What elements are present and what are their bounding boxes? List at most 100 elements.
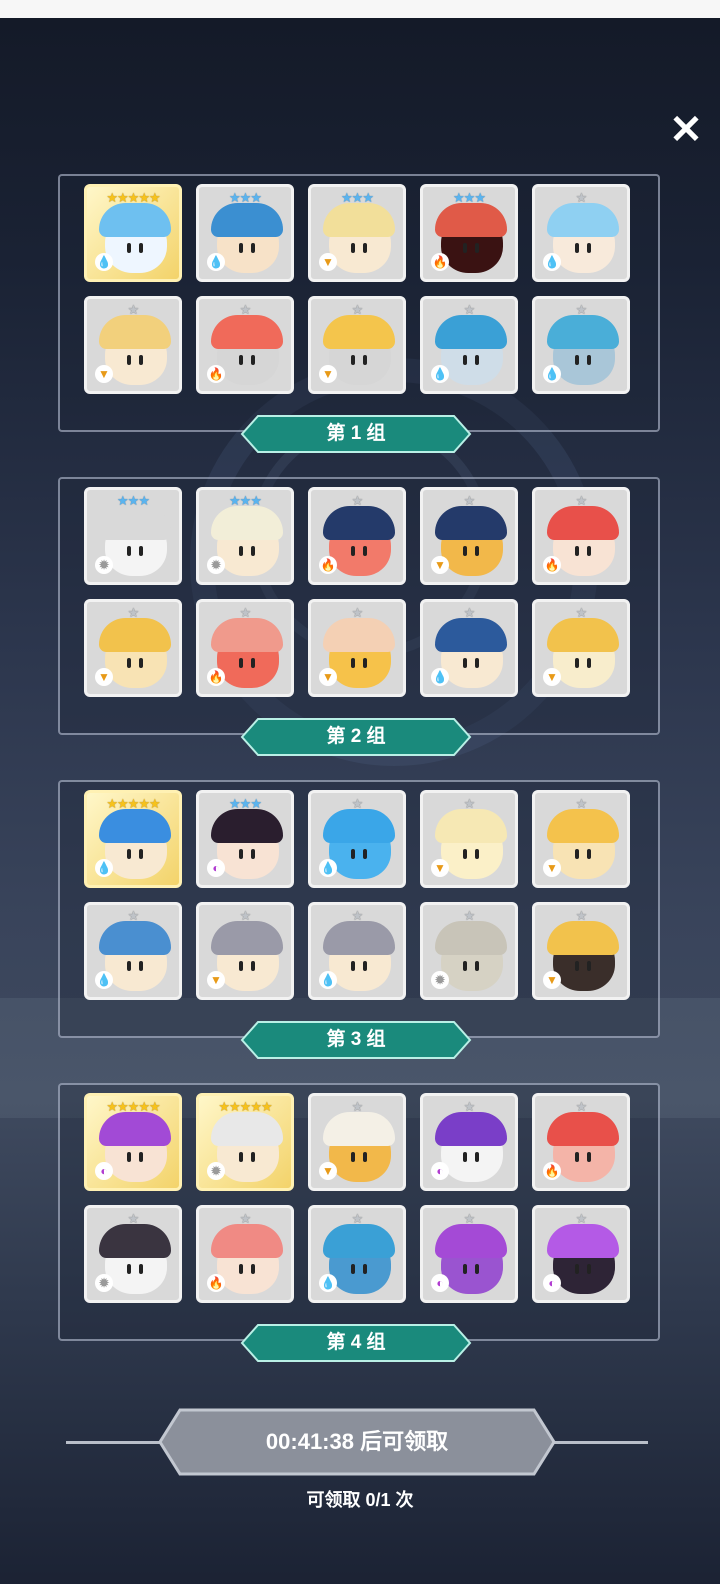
- hero-eyes: [461, 849, 483, 859]
- hero-card[interactable]: ★★★ ✹: [196, 487, 294, 585]
- hero-card[interactable]: ★ 💧: [308, 902, 406, 1000]
- hero-card[interactable]: ★ ✹: [420, 902, 518, 1000]
- hero-card[interactable]: ★ ▼: [84, 296, 182, 394]
- earth-element-icon: ▼: [95, 365, 113, 383]
- claim-count-text: 可领取 0/1 次: [306, 1490, 414, 1510]
- hero-card[interactable]: ★★★★★ ✹: [196, 1093, 294, 1191]
- earth-element-icon: ▼: [95, 668, 113, 686]
- hero-hair: [211, 1112, 283, 1146]
- hero-eyes: [573, 355, 595, 365]
- star-rating: ★★★★★: [218, 1099, 272, 1114]
- fire-element-icon: 🔥: [431, 253, 449, 271]
- water-element-icon: 💧: [95, 859, 113, 877]
- hero-eyes: [461, 355, 483, 365]
- star-rating: ★: [463, 908, 476, 923]
- hero-card[interactable]: ★ ◐: [420, 1205, 518, 1303]
- hero-card[interactable]: ★ ▼: [308, 1093, 406, 1191]
- water-element-icon: 💧: [95, 971, 113, 989]
- star-rating: ★: [351, 493, 364, 508]
- hero-card[interactable]: ★ ▼: [196, 902, 294, 1000]
- hero-card[interactable]: ★★★★★ 💧: [84, 790, 182, 888]
- star-rating: ★: [575, 1099, 588, 1114]
- star-rating: ★★★: [453, 190, 486, 205]
- hero-card[interactable]: ★ ◐: [532, 1205, 630, 1303]
- hero-card[interactable]: ★★★ 💧: [196, 184, 294, 282]
- hero-eyes: [349, 1264, 371, 1274]
- close-icon[interactable]: ✕: [664, 108, 708, 152]
- hero-card[interactable]: ★ 🔥: [196, 296, 294, 394]
- hero-card[interactable]: ★ ▼: [532, 902, 630, 1000]
- hero-card[interactable]: ★ 💧: [420, 599, 518, 697]
- hero-card[interactable]: ★ 💧: [532, 296, 630, 394]
- group-label-text: 第 1 组: [326, 423, 386, 444]
- light-element-icon: ✹: [207, 1162, 225, 1180]
- hero-card[interactable]: ★ 🔥: [308, 487, 406, 585]
- hero-hair: [211, 1224, 283, 1258]
- hero-hair: [99, 618, 171, 652]
- hero-card[interactable]: ★★★ ◐: [196, 790, 294, 888]
- hero-eyes: [125, 961, 147, 971]
- earth-element-icon: ▼: [431, 556, 449, 574]
- hero-card[interactable]: ★★★★★ ◐: [84, 1093, 182, 1191]
- hero-card[interactable]: ★ ▼: [84, 599, 182, 697]
- hero-eyes: [461, 961, 483, 971]
- hero-eyes: [125, 658, 147, 668]
- star-rating: ★★★: [341, 190, 374, 205]
- hero-card[interactable]: ★ 🔥: [196, 599, 294, 697]
- hero-card[interactable]: ★★★ 🔥: [420, 184, 518, 282]
- group-label-4: 第 4 组: [240, 1323, 472, 1363]
- hero-eyes: [349, 849, 371, 859]
- hero-hair: [435, 809, 507, 843]
- hero-hair: [211, 203, 283, 237]
- star-rating: ★: [351, 1211, 364, 1226]
- hero-card[interactable]: ★ 💧: [308, 1205, 406, 1303]
- hero-hair: [323, 921, 395, 955]
- star-rating: ★: [575, 493, 588, 508]
- hero-hair: [99, 506, 171, 540]
- hero-eyes: [125, 355, 147, 365]
- water-element-icon: 💧: [319, 971, 337, 989]
- hero-card[interactable]: ★ 🔥: [196, 1205, 294, 1303]
- fire-element-icon: 🔥: [543, 1162, 561, 1180]
- hero-hair: [211, 921, 283, 955]
- hero-hair: [211, 315, 283, 349]
- hero-hair: [435, 618, 507, 652]
- hero-card[interactable]: ★ ▼: [308, 296, 406, 394]
- hero-card[interactable]: ★ ▼: [532, 599, 630, 697]
- hero-card[interactable]: ★ ▼: [308, 599, 406, 697]
- hero-eyes: [237, 546, 259, 556]
- hero-card[interactable]: ★ 💧: [532, 184, 630, 282]
- hero-hair: [211, 618, 283, 652]
- hero-card[interactable]: ★ 💧: [308, 790, 406, 888]
- water-element-icon: 💧: [95, 253, 113, 271]
- hero-card[interactable]: ★★★ ▼: [308, 184, 406, 282]
- star-rating: ★: [127, 302, 140, 317]
- hero-card[interactable]: ★ ▼: [532, 790, 630, 888]
- earth-element-icon: ▼: [319, 253, 337, 271]
- group-label-3: 第 3 组: [240, 1020, 472, 1060]
- hero-card[interactable]: ★ ▼: [420, 487, 518, 585]
- hero-card[interactable]: ★★★★★ 💧: [84, 184, 182, 282]
- hero-eyes: [349, 1152, 371, 1162]
- hero-card[interactable]: ★ ✹: [84, 1205, 182, 1303]
- hero-hair: [547, 203, 619, 237]
- hero-hair: [99, 203, 171, 237]
- hero-card[interactable]: ★ 💧: [420, 296, 518, 394]
- claim-timer-button[interactable]: 00:41:38 后可领取: [158, 1408, 556, 1476]
- hero-card[interactable]: ★ 🔥: [532, 487, 630, 585]
- group-label-2: 第 2 组: [240, 717, 472, 757]
- hero-eyes: [237, 243, 259, 253]
- earth-element-icon: ▼: [207, 971, 225, 989]
- hero-card[interactable]: ★ 🔥: [532, 1093, 630, 1191]
- hero-card[interactable]: ★ ▼: [420, 790, 518, 888]
- hero-eyes: [349, 546, 371, 556]
- group-label-text: 第 3 组: [326, 1029, 386, 1050]
- hero-eyes: [573, 961, 595, 971]
- water-element-icon: 💧: [319, 1274, 337, 1292]
- hero-card[interactable]: ★★★ ✹: [84, 487, 182, 585]
- hero-hair: [323, 506, 395, 540]
- hero-card[interactable]: ★ 💧: [84, 902, 182, 1000]
- hero-card[interactable]: ★ ◐: [420, 1093, 518, 1191]
- dark-element-icon: ◐: [431, 1162, 449, 1180]
- timer-divider-right: [552, 1441, 648, 1444]
